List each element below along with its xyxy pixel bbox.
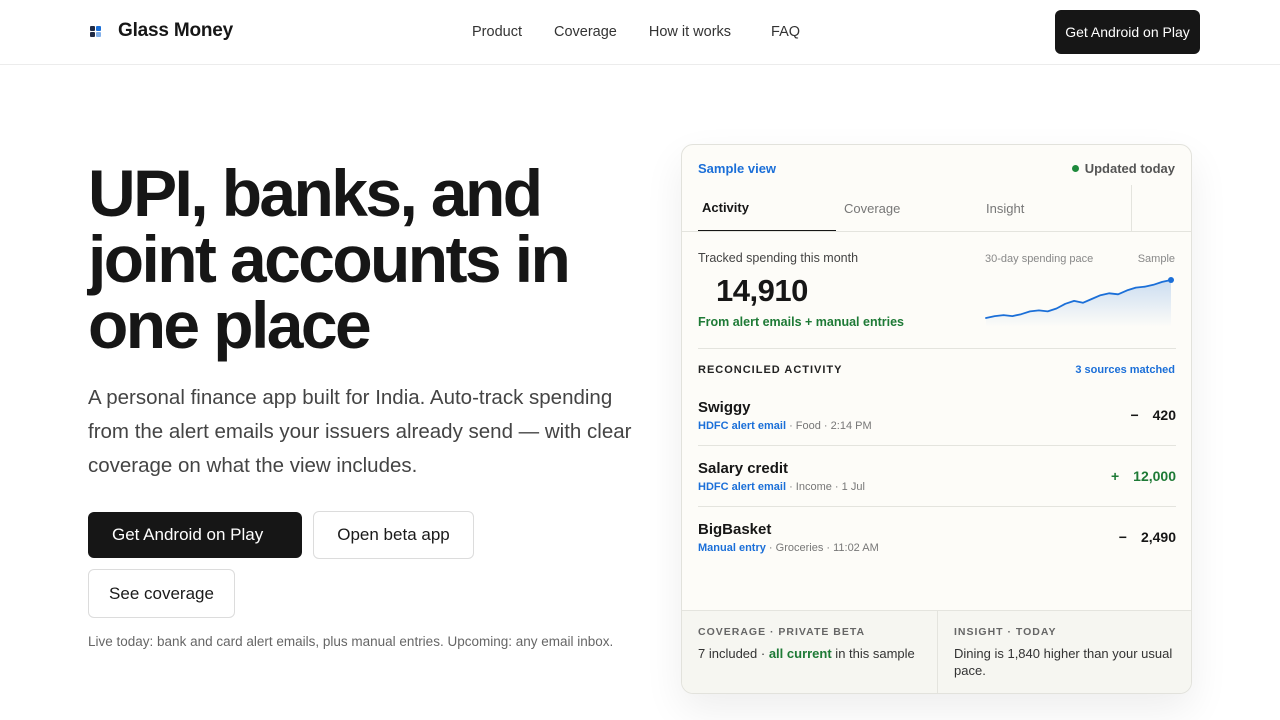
transaction-row[interactable]: BigBasket Manual entry · Groceries · 11:… [698, 507, 1176, 568]
nav-link-how-it-works[interactable]: How it works [649, 24, 731, 40]
amount-value: 12,000 [1133, 468, 1176, 484]
transaction-amount: −2,490 [1119, 529, 1176, 545]
status-dot-icon [1071, 165, 1079, 172]
sparkline-end-dot [1168, 277, 1174, 283]
insight-heading: INSIGHT · TODAY [954, 626, 1057, 638]
nav-link-product[interactable]: Product [472, 24, 522, 40]
card-tabs: Activity Coverage Insight [698, 185, 1176, 232]
amount-value: 2,490 [1140, 529, 1176, 545]
transaction-row[interactable]: Swiggy HDFC alert email · Food · 2:14 PM… [698, 385, 1176, 446]
nav-link-faq[interactable]: FAQ [771, 24, 800, 40]
sample-view-card: Sample view Updated today Activity Cover… [681, 144, 1192, 694]
tab-coverage[interactable]: Coverage [844, 185, 984, 232]
get-android-button[interactable]: Get Android on Play [88, 512, 302, 558]
live-today-note: Live today: bank and card alert emails, … [88, 634, 614, 649]
updated-status: Updated today [1071, 161, 1175, 176]
transaction-name: Swiggy [698, 399, 751, 416]
transaction-meta: HDFC alert email · Food · 2:14 PM [698, 420, 872, 432]
transaction-source: Manual entry [698, 542, 766, 554]
amount-sign: − [1118, 529, 1127, 545]
coverage-suffix: in this sample [831, 646, 915, 661]
transaction-amount: −420 [1130, 407, 1176, 423]
transaction-meta: Manual entry · Groceries · 11:02 AM [698, 542, 879, 554]
brand-name: Glass Money [118, 20, 234, 41]
transaction-source: HDFC alert email [698, 481, 787, 493]
amount-value: 420 [1152, 407, 1176, 423]
insight-text: Dining is 1,840 higher than your usual p… [954, 646, 1173, 678]
spend-label: Tracked spending this month [698, 251, 859, 265]
amount-sign: + [1110, 468, 1120, 484]
spend-value: 14,910 [716, 273, 808, 308]
open-beta-button[interactable]: Open beta app [313, 511, 474, 559]
section-divider [698, 348, 1176, 349]
spending-pace-sparkline [985, 277, 1174, 327]
pace-label: 30-day spending pace [985, 253, 1094, 265]
header-get-android-button[interactable]: Get Android on Play [1055, 10, 1200, 54]
transaction-name: BigBasket [698, 521, 772, 538]
tab-activity[interactable]: Activity [698, 185, 836, 232]
coverage-heading: COVERAGE · PRIVATE BETA [698, 626, 866, 638]
top-nav-bar: Glass Money Product Coverage How it work… [0, 0, 1280, 65]
coverage-included: 7 included · [698, 646, 769, 661]
transaction-source: HDFC alert email [698, 420, 787, 432]
pace-sample-label: Sample [1137, 253, 1175, 265]
hero-subtitle: A personal finance app built for India. … [88, 386, 632, 477]
main-nav: Product Coverage How it works FAQ [472, 24, 832, 40]
glass-money-logo-icon [88, 24, 102, 38]
sources-matched-link[interactable]: 3 sources matched [1075, 364, 1175, 376]
spend-source: From alert emails + manual entries [698, 315, 904, 329]
tab-spacer [1131, 185, 1176, 232]
tabs-divider [682, 231, 1191, 232]
hero-title: UPI, banks, and joint accounts in one pl… [88, 156, 571, 362]
transaction-details: · Income · 1 Jul [786, 481, 865, 493]
coverage-text: 7 included · all current in this sample [698, 645, 915, 662]
amount-sign: − [1130, 407, 1139, 423]
reconciled-activity-title: RECONCILED ACTIVITY [698, 364, 843, 376]
brand[interactable]: Glass Money [88, 20, 233, 42]
footer-column-divider [937, 611, 938, 693]
transaction-meta: HDFC alert email · Income · 1 Jul [698, 481, 865, 493]
transaction-name: Salary credit [698, 460, 789, 477]
sample-view-label: Sample view [698, 161, 777, 176]
card-footer: COVERAGE · PRIVATE BETA 7 included · all… [682, 611, 1191, 693]
transaction-amount: +12,000 [1111, 468, 1176, 484]
coverage-status: all current [768, 646, 832, 661]
transaction-details: · Groceries · 11:02 AM [765, 542, 879, 554]
transaction-details: · Food · 2:14 PM [786, 420, 872, 432]
see-coverage-button[interactable]: See coverage [88, 569, 235, 618]
nav-link-coverage[interactable]: Coverage [554, 24, 617, 40]
updated-text: Updated today [1084, 161, 1175, 176]
transaction-row[interactable]: Salary credit HDFC alert email · Income … [698, 446, 1176, 507]
tab-insight[interactable]: Insight [986, 185, 1131, 232]
